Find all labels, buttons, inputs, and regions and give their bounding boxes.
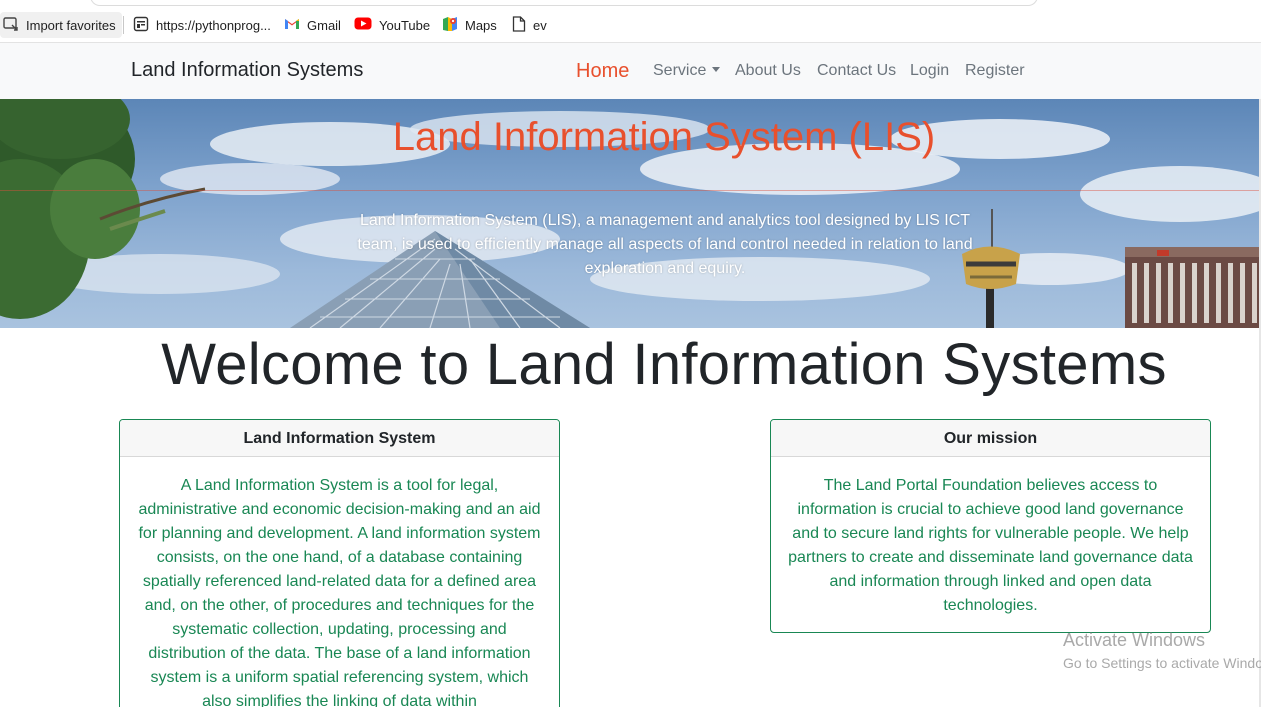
bookmark-label: Gmail: [307, 17, 341, 33]
address-bar-edge: [90, 0, 1038, 6]
welcome-heading: Welcome to Land Information Systems: [161, 332, 1167, 397]
nav-service-dropdown[interactable]: Service: [653, 62, 721, 80]
hero-title: Land Information System (LIS): [392, 115, 936, 159]
bookmark-gmail[interactable]: Gmail: [284, 12, 341, 38]
watermark-line2: Go to Settings to activate Windows.: [1063, 655, 1261, 671]
bookmark-label: Maps: [465, 17, 497, 33]
youtube-icon: [354, 17, 372, 33]
nav-home[interactable]: Home: [576, 60, 629, 83]
bookmark-maps[interactable]: Maps: [442, 12, 497, 38]
card-body: A Land Information System is a tool for …: [138, 477, 541, 707]
nav-contact-us[interactable]: Contact Us: [817, 62, 896, 80]
card-our-mission: Our mission The Land Portal Foundation b…: [770, 419, 1211, 633]
bookmark-pythonprog[interactable]: https://pythonprog...: [133, 12, 271, 38]
bookmark-ev[interactable]: ev: [512, 12, 547, 38]
document-icon: [512, 15, 526, 35]
bookmark-label: YouTube: [379, 17, 431, 33]
gmail-icon: [284, 18, 300, 33]
bookmarks-bar: Import favorites https://pythonprog... G…: [0, 0, 1261, 43]
nav-login[interactable]: Login: [910, 62, 949, 80]
caret-down-icon: [712, 67, 721, 72]
bookmark-label: Import favorites: [26, 17, 116, 33]
watermark-line1: Activate Windows: [1063, 630, 1206, 650]
site-navbar: Land Information Systems Home Service Ab…: [0, 43, 1261, 99]
bookmark-youtube[interactable]: YouTube: [354, 12, 430, 38]
hero-divider: [0, 190, 1261, 191]
import-icon: [3, 16, 19, 34]
card-title: Our mission: [771, 420, 1210, 457]
card-title: Land Information System: [120, 420, 559, 457]
brand-link[interactable]: Land Information Systems: [131, 59, 363, 82]
hero-description: Land Information System (LIS), a managem…: [357, 212, 973, 277]
bookmark-separator: [123, 16, 124, 34]
bookmark-label: https://pythonprog...: [156, 17, 271, 33]
page-icon: [133, 16, 149, 35]
card-land-information-system: Land Information System A Land Informati…: [119, 419, 560, 707]
nav-about-us[interactable]: About Us: [735, 62, 801, 80]
card-body: The Land Portal Foundation believes acce…: [788, 477, 1193, 614]
bookmark-import-favorites[interactable]: Import favorites: [0, 12, 122, 38]
nav-service-label: Service: [653, 62, 707, 79]
nav-register[interactable]: Register: [965, 62, 1025, 80]
hero-banner: Land Information System (LIS) Land Infor…: [0, 99, 1261, 328]
bookmark-label: ev: [533, 17, 547, 33]
activate-windows-watermark: Activate Windows Go to Settings to activ…: [1063, 628, 1261, 674]
maps-icon: [442, 16, 458, 35]
